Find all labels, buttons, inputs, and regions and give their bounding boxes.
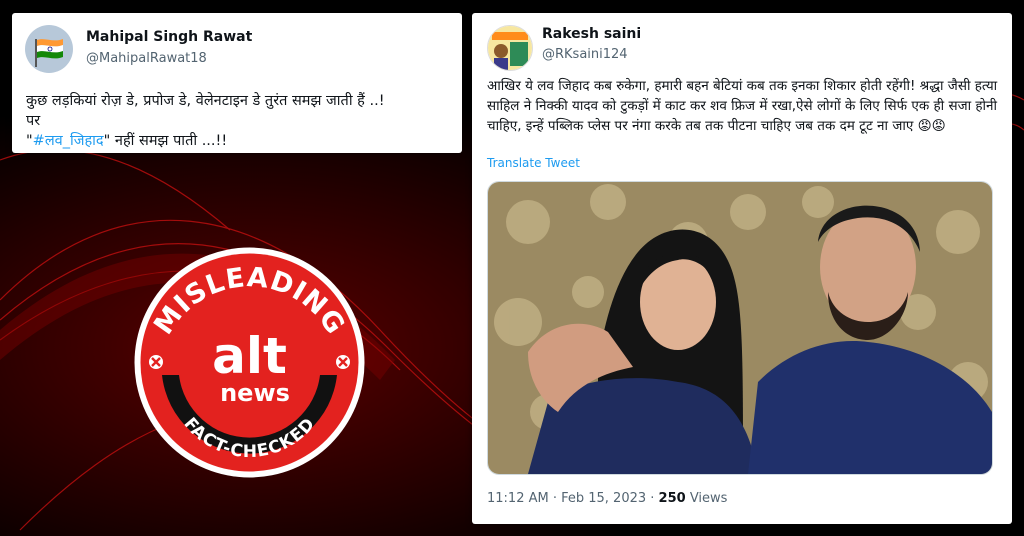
tweet-text: आखिर ये लव जिहाद कब रुकेगा, हमारी बहन बे… [487, 78, 998, 134]
author-name[interactable]: Rakesh saini [542, 26, 641, 42]
tweet-card-rakesh: Rakesh saini @RKsaini124 आखिर ये लव जिहा… [472, 13, 1012, 524]
tweet-line: कुछ लड़कियां रोज़ डे, प्रपोज डे, वेलेनटा… [26, 93, 385, 109]
tweet-card-mahipal: Mahipal Singh Rawat @MahipalRawat18 कुछ … [12, 13, 462, 153]
tweet-line-rest: " नहीं समझ पाती ...!! [103, 133, 228, 149]
avatar[interactable] [25, 25, 73, 73]
author-handle[interactable]: @RKsaini124 [542, 47, 628, 62]
tweet-text: कुछ लड़कियां रोज़ डे, प्रपोज डे, वेलेनटा… [26, 91, 456, 151]
profile-photo-icon [488, 26, 532, 70]
couple-photo-image [488, 182, 992, 474]
tweet-photo[interactable] [487, 181, 993, 475]
altnews-logo-news: news [220, 379, 290, 407]
author-handle[interactable]: @MahipalRawat18 [86, 51, 207, 66]
close-icon [336, 355, 350, 369]
misleading-factcheck-badge: MISLEADING FACT-CHECKED alt news [134, 247, 365, 478]
author-name[interactable]: Mahipal Singh Rawat [86, 29, 252, 45]
tweet-timestamp[interactable]: 11:12 AM · Feb 15, 2023 · [487, 491, 659, 506]
tweet-line: पर [26, 113, 41, 129]
india-flag-avatar-icon [25, 25, 73, 73]
views-count: 250 [658, 491, 686, 506]
altnews-logo-alt: alt [212, 327, 287, 385]
views-label: Views [685, 491, 728, 506]
close-icon [149, 355, 163, 369]
tweet-line: "#लव_जिहाद" नहीं समझ पाती ...!! [26, 131, 456, 151]
translate-tweet-link[interactable]: Translate Tweet [487, 156, 580, 170]
avatar[interactable] [487, 25, 533, 71]
tweet-meta: 11:12 AM · Feb 15, 2023 · 250 Views [487, 491, 727, 506]
hashtag-link[interactable]: #लव_जिहाद [33, 133, 104, 149]
quote-open: " [26, 133, 33, 149]
